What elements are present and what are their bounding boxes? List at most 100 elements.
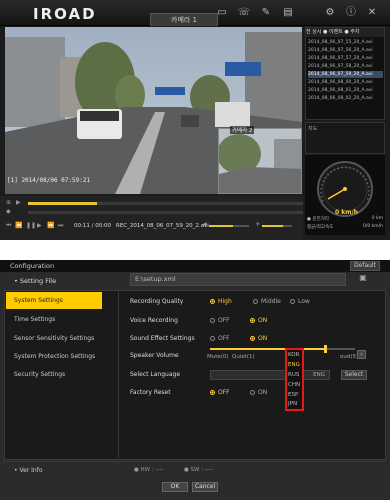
file-list-item[interactable]: 2014_08_06_08_02_20_A.avi: [308, 95, 383, 102]
settings-tool-icon[interactable]: ✎: [258, 6, 274, 20]
file-list-item[interactable]: 2014_08_06_08_01_20_A.avi: [308, 87, 383, 94]
video-timestamp: [1] 2014/08/06 07:59:21: [7, 177, 91, 184]
sidebar-item-time-settings[interactable]: Time Settings: [6, 311, 102, 328]
config-title: Configuration: [10, 262, 55, 270]
hw-version: ● HW : ----: [134, 467, 164, 473]
language-option-kor[interactable]: KOR: [288, 351, 302, 360]
setting-file-path-field[interactable]: E:\setup.xml: [130, 273, 346, 286]
info-icon[interactable]: ⓘ: [343, 6, 359, 20]
file-list-item[interactable]: 2014_08_06_08_00_20_A.avi: [308, 79, 383, 86]
speaker-volume-fill: [210, 348, 326, 350]
forward-icon[interactable]: ⏩: [47, 222, 54, 229]
config-titlebar: Configuration Default: [0, 260, 390, 272]
sidebar-item-system-protection[interactable]: System Protection Settings: [6, 348, 102, 365]
folder-icon[interactable]: ▤: [280, 6, 296, 20]
speedometer: 0 km/h ● 운전거리 0 km 평균/최고속도 0/0 km/h: [305, 155, 385, 235]
brightness-fill: [262, 225, 283, 227]
current-filename: REC_2014_08_06_07_59_20_2.avi: [116, 223, 209, 229]
recording-quality-label: Recording Quality: [130, 298, 184, 305]
sound-effect-off-radio[interactable]: OFF: [210, 335, 230, 342]
playback-controls: ⊕ ▶ ◆ ⏮ ⏪ ❚❚ ▶ ⏩ ⏭ 00:11 / 00:00 REC_201…: [0, 196, 303, 240]
volume-quiet-label: Quiet(1): [232, 354, 255, 360]
file-list-header: 전 상시 ● 이벤트 ● 주차: [306, 28, 384, 37]
open-folder-icon[interactable]: ▣: [356, 273, 370, 286]
brightness-slider[interactable]: [262, 225, 292, 227]
language-dropdown-list: KOR ENG RUS CHN ESP JPN: [285, 348, 304, 411]
rear-camera-pip[interactable]: [218, 128, 302, 194]
speaker-icon[interactable]: ◀: [202, 221, 207, 228]
sensor-graph-bar: [28, 211, 303, 214]
speedometer-dial: [317, 161, 373, 217]
avg-max-speed-row: 평균/최고속도 0/0 km/h: [307, 224, 383, 230]
dashcam-player-window: IROAD 카메라 1 ▭ ☏ ✎ ▤ ⚙ ⓘ ✕ [1] 2014/08/06…: [0, 0, 390, 240]
speaker-volume-knob[interactable]: [324, 345, 327, 353]
select-language-label: Select Language: [130, 371, 181, 378]
playback-seek-bar[interactable]: [28, 202, 303, 205]
speed-icon[interactable]: ▶: [16, 199, 21, 206]
phone-icon[interactable]: ☏: [236, 6, 252, 20]
sound-effect-label: Sound Effect Settings: [130, 335, 195, 342]
voice-recording-label: Voice Recording: [130, 317, 178, 324]
sidebar-item-system-settings[interactable]: System Settings: [6, 292, 102, 309]
pause-icon[interactable]: ❚❚: [26, 222, 36, 229]
configuration-window: Configuration Default • Setting File E:\…: [0, 260, 390, 500]
language-option-eng[interactable]: ENG: [288, 361, 302, 370]
app-logo: IROAD: [33, 5, 97, 23]
file-list-item[interactable]: 2014_08_06_07_56_20_A.avi: [308, 47, 383, 54]
tab-camera-1[interactable]: 카메라 1: [150, 13, 218, 26]
sidebar-item-security-settings[interactable]: Security Settings: [6, 366, 102, 383]
voice-recording-off-radio[interactable]: OFF: [210, 317, 230, 324]
language-option-rus[interactable]: RUS: [288, 371, 302, 380]
speaker-volume-slider[interactable]: [210, 345, 355, 353]
cancel-button[interactable]: Cancel: [192, 482, 218, 492]
gear-icon[interactable]: ⚙: [322, 6, 338, 20]
factory-reset-on-radio[interactable]: ON: [250, 389, 267, 396]
volume-preview-button[interactable]: ›: [357, 350, 366, 359]
recording-quality-high-radio[interactable]: High: [210, 298, 232, 305]
default-button[interactable]: Default: [350, 261, 380, 271]
avg-max-speed-label: 평균/최고속도: [307, 225, 334, 230]
brightness-icon[interactable]: ☀: [255, 221, 260, 228]
file-list-item[interactable]: 2014_08_06_07_58_20_A.avi: [308, 63, 383, 70]
pip-camera-label: 카메라 2: [230, 126, 255, 134]
language-select-button[interactable]: Select: [341, 370, 367, 380]
version-bar: • Ver Info ● HW : ---- ● SW : ----: [4, 461, 386, 479]
monitor-icon[interactable]: ▭: [214, 6, 230, 20]
close-icon[interactable]: ✕: [364, 6, 380, 20]
volume-loud-label: oud(5): [340, 354, 359, 360]
factory-reset-label: Factory Reset: [130, 389, 171, 396]
next-file-icon[interactable]: ⏭: [58, 222, 63, 230]
distance-label: ● 운전거리: [307, 217, 329, 222]
recording-quality-middle-radio[interactable]: Middle: [253, 298, 281, 305]
voice-recording-on-radio[interactable]: ON: [250, 317, 267, 324]
ok-button[interactable]: OK: [162, 482, 188, 492]
language-option-chn[interactable]: CHN: [288, 381, 302, 390]
distance-row: ● 운전거리 0 km: [307, 216, 383, 222]
sound-effect-on-radio[interactable]: ON: [250, 335, 267, 342]
map-tab[interactable]: 지도: [308, 125, 317, 132]
setting-file-label: • Setting File: [14, 277, 57, 285]
map-panel: 지도: [305, 122, 385, 154]
volume-fill: [209, 225, 233, 227]
language-option-esp[interactable]: ESP: [288, 391, 302, 400]
ver-info-label: • Ver Info: [14, 467, 43, 474]
file-list-item[interactable]: 2014_08_06_07_55_20_A.avi: [308, 39, 383, 46]
sidebar-item-sensor-sensitivity[interactable]: Sensor Sensitivity Settings: [6, 330, 102, 347]
file-list-panel: 전 상시 ● 이벤트 ● 주차 2014_08_06_07_55_20_A.av…: [305, 27, 385, 120]
speaker-volume-label: Speaker Volume: [130, 352, 179, 359]
play-position: 00:11 / 00:00: [74, 223, 112, 229]
zoom-icon[interactable]: ⊕: [6, 199, 11, 206]
play-icon[interactable]: ▶: [37, 222, 42, 229]
file-list-item-selected[interactable]: 2014_08_06_07_59_20_A.avi: [308, 71, 383, 78]
factory-reset-off-radio[interactable]: OFF: [210, 389, 230, 396]
prev-file-icon[interactable]: ⏮: [6, 222, 11, 230]
rewind-icon[interactable]: ⏪: [15, 222, 22, 229]
sensor-icon[interactable]: ◆: [6, 208, 11, 215]
volume-slider[interactable]: [209, 225, 249, 227]
config-divider: [118, 292, 119, 458]
file-list-item[interactable]: 2014_08_06_07_57_20_A.avi: [308, 55, 383, 62]
language-option-jpn[interactable]: JPN: [288, 400, 302, 409]
recording-quality-low-radio[interactable]: Low: [290, 298, 310, 305]
playback-seek-fill: [28, 202, 97, 205]
sw-version: ● SW : ----: [184, 467, 213, 473]
